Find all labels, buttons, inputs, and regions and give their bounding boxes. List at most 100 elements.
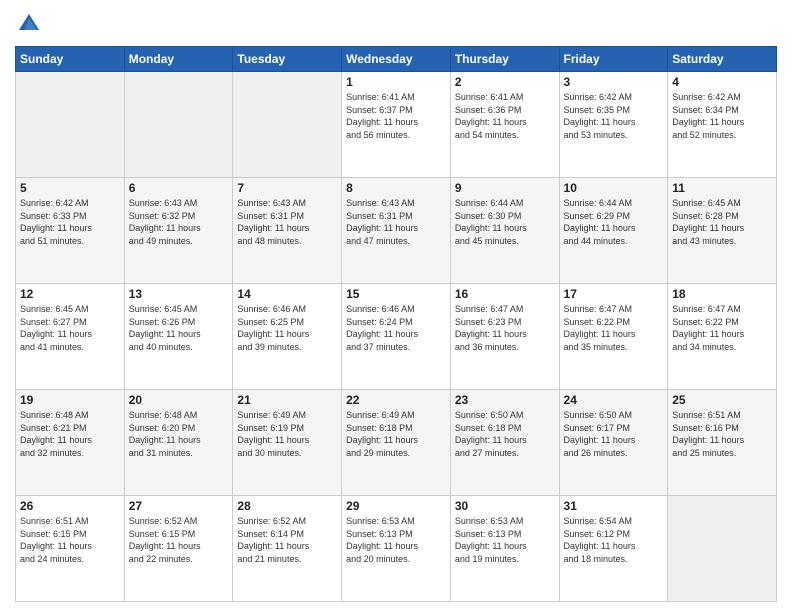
calendar-cell: 3 Sunrise: 6:42 AM Sunset: 6:35 PM Daylig…	[559, 72, 668, 178]
day-info: Sunrise: 6:45 AM Sunset: 6:28 PM Dayligh…	[672, 197, 772, 247]
day-number: 9	[455, 181, 555, 195]
calendar-cell: 20 Sunrise: 6:48 AM Sunset: 6:20 PM Dayli…	[124, 390, 233, 496]
day-info: Sunrise: 6:47 AM Sunset: 6:22 PM Dayligh…	[564, 303, 664, 353]
calendar-week-4: 19 Sunrise: 6:48 AM Sunset: 6:21 PM Dayli…	[16, 390, 777, 496]
day-info: Sunrise: 6:43 AM Sunset: 6:31 PM Dayligh…	[346, 197, 446, 247]
calendar-cell: 15 Sunrise: 6:46 AM Sunset: 6:24 PM Dayli…	[342, 284, 451, 390]
calendar-cell: 28 Sunrise: 6:52 AM Sunset: 6:14 PM Dayli…	[233, 496, 342, 602]
calendar-cell	[233, 72, 342, 178]
calendar-cell: 1 Sunrise: 6:41 AM Sunset: 6:37 PM Daylig…	[342, 72, 451, 178]
calendar-cell: 17Sunrise: 6:47 AM Sunset: 6:22 PM Dayli…	[559, 284, 668, 390]
weekday-header-friday: Friday	[559, 47, 668, 72]
day-info: Sunrise: 6:45 AM Sunset: 6:27 PM Dayligh…	[20, 303, 120, 353]
calendar-table: SundayMondayTuesdayWednesdayThursdayFrid…	[15, 46, 777, 602]
calendar-cell: 10 Sunrise: 6:44 AM Sunset: 6:29 PM Dayli…	[559, 178, 668, 284]
day-number: 12	[20, 287, 120, 301]
day-info: Sunrise: 6:48 AM Sunset: 6:20 PM Dayligh…	[129, 409, 229, 459]
day-number: 13	[129, 287, 229, 301]
calendar-cell: 8 Sunrise: 6:43 AM Sunset: 6:31 PM Daylig…	[342, 178, 451, 284]
day-number: 3	[564, 75, 664, 89]
logo	[15, 10, 47, 38]
day-number: 16	[455, 287, 555, 301]
day-number: 20	[129, 393, 229, 407]
day-number: 31	[564, 499, 664, 513]
calendar-cell: 4Sunrise: 6:42 AM Sunset: 6:34 PM Daylig…	[668, 72, 777, 178]
day-number: 22	[346, 393, 446, 407]
calendar-cell	[668, 496, 777, 602]
day-number: 5	[20, 181, 120, 195]
logo-icon	[15, 10, 43, 38]
day-info: Sunrise: 6:49 AM Sunset: 6:18 PM Dayligh…	[346, 409, 446, 459]
day-number: 24	[564, 393, 664, 407]
day-number: 19	[20, 393, 120, 407]
weekday-header-row: SundayMondayTuesdayWednesdayThursdayFrid…	[16, 47, 777, 72]
day-number: 10	[564, 181, 664, 195]
day-number: 1	[346, 75, 446, 89]
day-info: Sunrise: 6:42 AM Sunset: 6:33 PM Dayligh…	[20, 197, 120, 247]
calendar-cell: 16 Sunrise: 6:47 AM Sunset: 6:23 PM Dayli…	[450, 284, 559, 390]
day-info: Sunrise: 6:52 AM Sunset: 6:15 PM Dayligh…	[129, 515, 229, 565]
day-number: 27	[129, 499, 229, 513]
calendar-cell: 9 Sunrise: 6:44 AM Sunset: 6:30 PM Daylig…	[450, 178, 559, 284]
page: SundayMondayTuesdayWednesdayThursdayFrid…	[0, 0, 792, 612]
calendar-cell: 2Sunrise: 6:41 AM Sunset: 6:36 PM Daylig…	[450, 72, 559, 178]
day-number: 7	[237, 181, 337, 195]
day-number: 29	[346, 499, 446, 513]
calendar-cell: 27 Sunrise: 6:52 AM Sunset: 6:15 PM Dayli…	[124, 496, 233, 602]
day-info: Sunrise: 6:50 AM Sunset: 6:18 PM Dayligh…	[455, 409, 555, 459]
calendar-cell: 12 Sunrise: 6:45 AM Sunset: 6:27 PM Dayli…	[16, 284, 125, 390]
calendar-cell	[16, 72, 125, 178]
day-info: Sunrise: 6:41 AM Sunset: 6:37 PM Dayligh…	[346, 91, 446, 141]
calendar-cell: 19 Sunrise: 6:48 AM Sunset: 6:21 PM Dayli…	[16, 390, 125, 496]
day-number: 4	[672, 75, 772, 89]
weekday-header-monday: Monday	[124, 47, 233, 72]
day-number: 21	[237, 393, 337, 407]
calendar-cell: 26 Sunrise: 6:51 AM Sunset: 6:15 PM Dayli…	[16, 496, 125, 602]
day-info: Sunrise: 6:52 AM Sunset: 6:14 PM Dayligh…	[237, 515, 337, 565]
day-number: 6	[129, 181, 229, 195]
day-number: 25	[672, 393, 772, 407]
calendar-week-1: 1 Sunrise: 6:41 AM Sunset: 6:37 PM Daylig…	[16, 72, 777, 178]
day-info: Sunrise: 6:46 AM Sunset: 6:24 PM Dayligh…	[346, 303, 446, 353]
day-number: 8	[346, 181, 446, 195]
calendar-cell: 7Sunrise: 6:43 AM Sunset: 6:31 PM Daylig…	[233, 178, 342, 284]
day-info: Sunrise: 6:42 AM Sunset: 6:35 PM Dayligh…	[564, 91, 664, 141]
calendar-cell: 18 Sunrise: 6:47 AM Sunset: 6:22 PM Dayli…	[668, 284, 777, 390]
calendar-cell: 14 Sunrise: 6:46 AM Sunset: 6:25 PM Dayli…	[233, 284, 342, 390]
day-number: 23	[455, 393, 555, 407]
day-number: 30	[455, 499, 555, 513]
day-info: Sunrise: 6:46 AM Sunset: 6:25 PM Dayligh…	[237, 303, 337, 353]
day-number: 28	[237, 499, 337, 513]
calendar-cell: 30Sunrise: 6:53 AM Sunset: 6:13 PM Dayli…	[450, 496, 559, 602]
day-number: 26	[20, 499, 120, 513]
weekday-header-tuesday: Tuesday	[233, 47, 342, 72]
day-number: 11	[672, 181, 772, 195]
calendar-cell: 29Sunrise: 6:53 AM Sunset: 6:13 PM Dayli…	[342, 496, 451, 602]
day-info: Sunrise: 6:48 AM Sunset: 6:21 PM Dayligh…	[20, 409, 120, 459]
day-info: Sunrise: 6:41 AM Sunset: 6:36 PM Dayligh…	[455, 91, 555, 141]
day-info: Sunrise: 6:44 AM Sunset: 6:29 PM Dayligh…	[564, 197, 664, 247]
day-number: 18	[672, 287, 772, 301]
day-info: Sunrise: 6:49 AM Sunset: 6:19 PM Dayligh…	[237, 409, 337, 459]
day-number: 14	[237, 287, 337, 301]
day-info: Sunrise: 6:45 AM Sunset: 6:26 PM Dayligh…	[129, 303, 229, 353]
weekday-header-wednesday: Wednesday	[342, 47, 451, 72]
calendar-cell: 25 Sunrise: 6:51 AM Sunset: 6:16 PM Dayli…	[668, 390, 777, 496]
day-number: 15	[346, 287, 446, 301]
day-info: Sunrise: 6:50 AM Sunset: 6:17 PM Dayligh…	[564, 409, 664, 459]
day-info: Sunrise: 6:47 AM Sunset: 6:22 PM Dayligh…	[672, 303, 772, 353]
header	[15, 10, 777, 38]
day-info: Sunrise: 6:44 AM Sunset: 6:30 PM Dayligh…	[455, 197, 555, 247]
day-info: Sunrise: 6:43 AM Sunset: 6:32 PM Dayligh…	[129, 197, 229, 247]
calendar-cell: 6 Sunrise: 6:43 AM Sunset: 6:32 PM Daylig…	[124, 178, 233, 284]
calendar-cell: 23 Sunrise: 6:50 AM Sunset: 6:18 PM Dayli…	[450, 390, 559, 496]
day-info: Sunrise: 6:51 AM Sunset: 6:15 PM Dayligh…	[20, 515, 120, 565]
calendar-week-5: 26 Sunrise: 6:51 AM Sunset: 6:15 PM Dayli…	[16, 496, 777, 602]
calendar-cell	[124, 72, 233, 178]
day-info: Sunrise: 6:47 AM Sunset: 6:23 PM Dayligh…	[455, 303, 555, 353]
day-info: Sunrise: 6:51 AM Sunset: 6:16 PM Dayligh…	[672, 409, 772, 459]
weekday-header-sunday: Sunday	[16, 47, 125, 72]
day-info: Sunrise: 6:54 AM Sunset: 6:12 PM Dayligh…	[564, 515, 664, 565]
calendar-cell: 5 Sunrise: 6:42 AM Sunset: 6:33 PM Daylig…	[16, 178, 125, 284]
weekday-header-saturday: Saturday	[668, 47, 777, 72]
